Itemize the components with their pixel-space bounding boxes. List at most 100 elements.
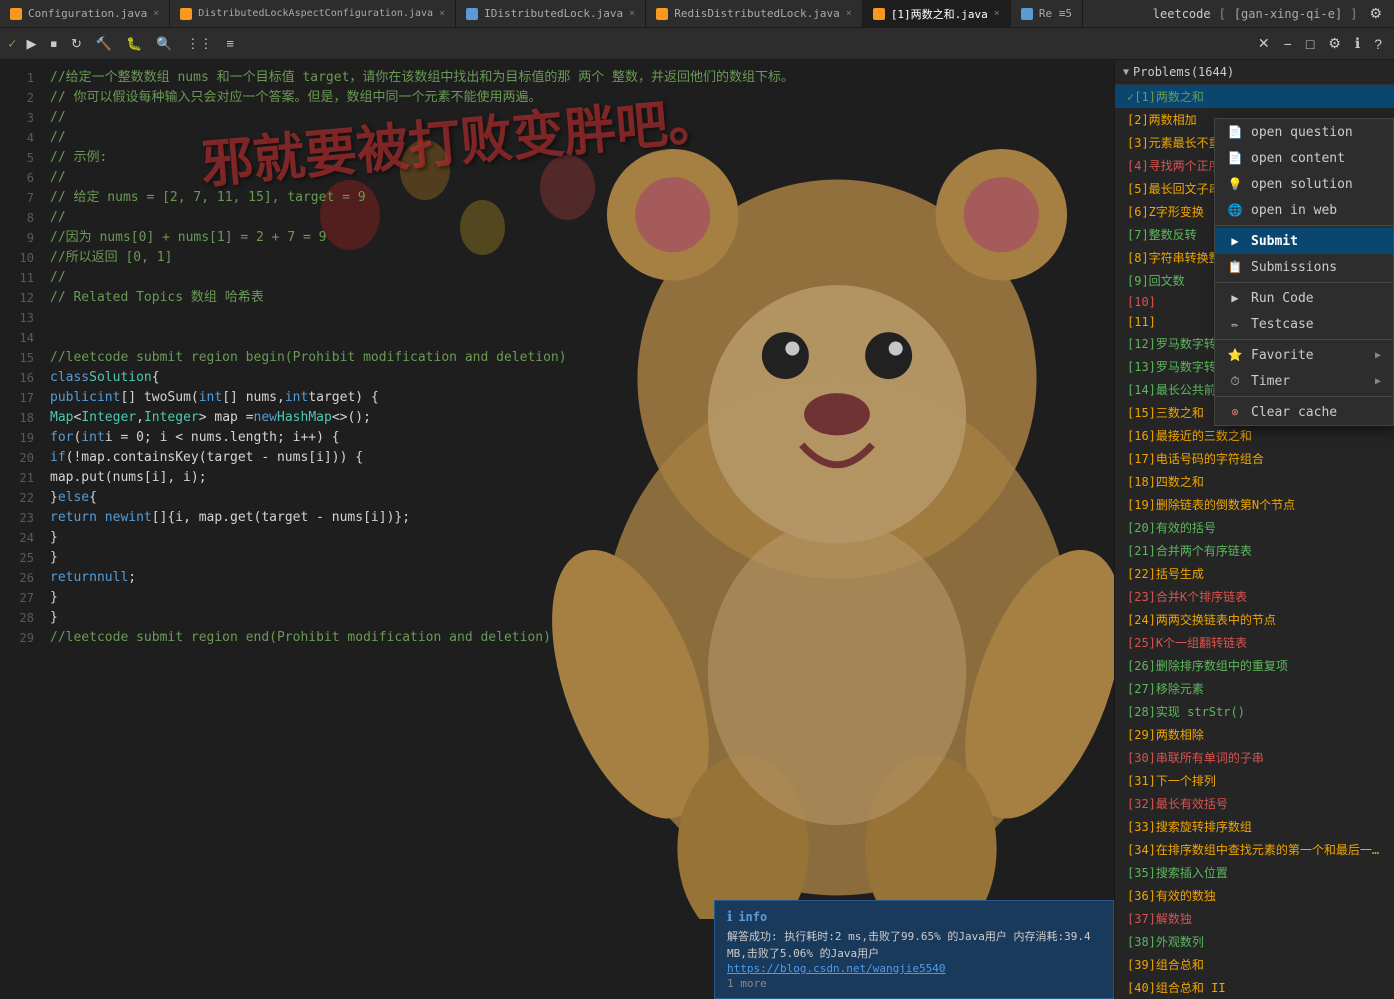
ctx-timer-label: Timer bbox=[1251, 374, 1367, 389]
problem-item-17[interactable]: [17]电话号码的字符组合 bbox=[1115, 447, 1394, 470]
ctx-open-solution-label: open solution bbox=[1251, 177, 1381, 192]
ctx-open-web-label: open in web bbox=[1251, 203, 1381, 218]
problem-item-1[interactable]: ✓[1]两数之和 bbox=[1115, 85, 1394, 108]
timer-arrow-icon: ▶ bbox=[1375, 376, 1381, 387]
problem-item-38[interactable]: [38]外观数列 bbox=[1115, 930, 1394, 953]
code-line-20: 20 if (!map.containsKey(target - nums[i]… bbox=[0, 448, 1114, 468]
problems-header: ▼ Problems(1644) bbox=[1115, 60, 1394, 85]
code-line-15: 15 //leetcode submit region begin(Prohib… bbox=[0, 348, 1114, 368]
code-line-25: 25 } bbox=[0, 548, 1114, 568]
ctx-open-question[interactable]: 📄 open question bbox=[1215, 119, 1393, 145]
ctx-open-content[interactable]: 📄 open content bbox=[1215, 145, 1393, 171]
close-btn[interactable]: ✕ bbox=[1254, 33, 1274, 54]
ctx-run-code[interactable]: ▶ Run Code bbox=[1215, 285, 1393, 311]
tab-close-btn5[interactable]: × bbox=[994, 8, 1000, 19]
app-name: leetcode bbox=[1153, 7, 1211, 21]
problem-item-27[interactable]: [27]移除元素 bbox=[1115, 677, 1394, 700]
help-btn[interactable]: ? bbox=[1370, 34, 1386, 54]
code-line-16: 16 class Solution { bbox=[0, 368, 1114, 388]
problem-item-40[interactable]: [40]组合总和 II bbox=[1115, 976, 1394, 999]
debug-btn[interactable]: 🐛 bbox=[122, 34, 146, 54]
ctx-separator-4 bbox=[1215, 396, 1393, 397]
tab-distributed-lock-aspect[interactable]: DistributedLockAspectConfiguration.java … bbox=[170, 0, 456, 28]
info-bar: ℹ info 解答成功: 执行耗时:2 ms,击败了99.65% 的Java用户… bbox=[714, 900, 1114, 999]
ctx-clear-cache[interactable]: ⊗ Clear cache bbox=[1215, 399, 1393, 425]
more-btn[interactable]: ≡ bbox=[222, 34, 238, 53]
problem-item-23[interactable]: [23]合并K个排序链表 bbox=[1115, 585, 1394, 608]
ctx-run-code-label: Run Code bbox=[1251, 291, 1381, 306]
tab-twosum[interactable]: [1]两数之和.java × bbox=[863, 0, 1011, 28]
problem-item-30[interactable]: [30]串联所有单词的子串 bbox=[1115, 746, 1394, 769]
code-content: 1 //给定一个整数数组 nums 和一个目标值 target，请你在该数组中找… bbox=[0, 60, 1114, 656]
sidebar-panel: ▼ Problems(1644) ✓[1]两数之和 [2]两数相加 [3]元素最… bbox=[1114, 60, 1394, 999]
open-question-icon: 📄 bbox=[1227, 124, 1243, 140]
problem-item-16[interactable]: [16]最接近的三数之和 bbox=[1115, 424, 1394, 447]
problem-item-35[interactable]: [35]搜索插入位置 bbox=[1115, 861, 1394, 884]
username-bracket-close: ] bbox=[1350, 7, 1357, 21]
problem-item-18[interactable]: [18]四数之和 bbox=[1115, 470, 1394, 493]
ctx-separator-3 bbox=[1215, 339, 1393, 340]
problems-title: Problems(1644) bbox=[1133, 65, 1234, 79]
refresh-btn[interactable]: ↻ bbox=[67, 34, 86, 54]
ctx-submissions-label: Submissions bbox=[1251, 260, 1381, 275]
favorite-arrow-icon: ▶ bbox=[1375, 350, 1381, 361]
ctx-open-question-label: open question bbox=[1251, 125, 1381, 140]
ctx-submit[interactable]: ▶ Submit bbox=[1215, 228, 1393, 254]
ctx-open-solution[interactable]: 💡 open solution bbox=[1215, 171, 1393, 197]
problem-item-39[interactable]: [39]组合总和 bbox=[1115, 953, 1394, 976]
problem-item-19[interactable]: [19]删除链表的倒数第N个节点 bbox=[1115, 493, 1394, 516]
ctx-open-web[interactable]: 🌐 open in web bbox=[1215, 197, 1393, 223]
stop-btn[interactable]: ⏹ bbox=[46, 34, 61, 54]
run-btn[interactable]: ▶ bbox=[22, 34, 40, 54]
tab-redis-distributed-lock[interactable]: RedisDistributedLock.java × bbox=[646, 0, 863, 28]
tab-icon-java6 bbox=[1021, 8, 1033, 20]
problem-item-21[interactable]: [21]合并两个有序链表 bbox=[1115, 539, 1394, 562]
ctx-timer[interactable]: ⏱ Timer ▶ bbox=[1215, 368, 1393, 394]
settings2-btn[interactable]: ⚙ bbox=[1324, 33, 1345, 54]
info-link[interactable]: https://blog.csdn.net/wangjie5540 bbox=[727, 962, 1101, 975]
code-line-13: 13 bbox=[0, 308, 1114, 328]
problem-item-32[interactable]: [32]最长有效括号 bbox=[1115, 792, 1394, 815]
tab-close-btn[interactable]: × bbox=[153, 8, 159, 19]
problem-item-25[interactable]: [25]K个一组翻转链表 bbox=[1115, 631, 1394, 654]
editor-scroll-area[interactable]: 1 //给定一个整数数组 nums 和一个目标值 target，请你在该数组中找… bbox=[0, 60, 1114, 999]
clear-cache-icon: ⊗ bbox=[1227, 404, 1243, 420]
problem-item-29[interactable]: [29]两数相除 bbox=[1115, 723, 1394, 746]
tab-idistributedlock[interactable]: IDistributedLock.java × bbox=[456, 0, 646, 28]
build-btn[interactable]: 🔨 bbox=[92, 34, 116, 54]
ctx-testcase[interactable]: ✏ Testcase bbox=[1215, 311, 1393, 337]
tab-configuration[interactable]: Configuration.java × bbox=[0, 0, 170, 28]
problem-item-34[interactable]: [34]在排序数组中查找元素的第一个和最后一个位置 bbox=[1115, 838, 1394, 861]
ctx-submissions[interactable]: 📋 Submissions bbox=[1215, 254, 1393, 280]
problem-item-26[interactable]: [26]删除排序数组中的重复项 bbox=[1115, 654, 1394, 677]
code-line-8: 8 // bbox=[0, 208, 1114, 228]
tab-re[interactable]: Re ≡5 bbox=[1011, 0, 1083, 28]
problem-item-20[interactable]: [20]有效的括号 bbox=[1115, 516, 1394, 539]
settings-btn[interactable]: ⚙ bbox=[1365, 3, 1386, 24]
tab-close-btn4[interactable]: × bbox=[846, 8, 852, 19]
open-solution-icon: 💡 bbox=[1227, 176, 1243, 192]
layout-btn[interactable]: ⋮⋮ bbox=[182, 34, 216, 54]
problem-item-28[interactable]: [28]实现 strStr() bbox=[1115, 700, 1394, 723]
code-line-14: 14 bbox=[0, 328, 1114, 348]
code-line-23: 23 return new int[]{i, map.get(target - … bbox=[0, 508, 1114, 528]
problem-item-37[interactable]: [37]解数独 bbox=[1115, 907, 1394, 930]
info-btn[interactable]: ℹ bbox=[1351, 33, 1364, 54]
maximize-btn[interactable]: □ bbox=[1302, 34, 1318, 54]
tab-close-btn3[interactable]: × bbox=[629, 8, 635, 19]
expand-icon[interactable]: ▼ bbox=[1123, 67, 1129, 78]
tab-close-btn2[interactable]: × bbox=[439, 8, 445, 19]
problem-item-36[interactable]: [36]有效的数独 bbox=[1115, 884, 1394, 907]
problem-item-24[interactable]: [24]两两交换链表中的节点 bbox=[1115, 608, 1394, 631]
code-line-5: 5 // 示例: bbox=[0, 148, 1114, 168]
problem-item-33[interactable]: [33]搜索旋转排序数组 bbox=[1115, 815, 1394, 838]
problem-item-31[interactable]: [31]下一个排列 bbox=[1115, 769, 1394, 792]
ctx-favorite[interactable]: ⭐ Favorite ▶ bbox=[1215, 342, 1393, 368]
ctx-submit-label: Submit bbox=[1251, 234, 1381, 249]
minimize-btn[interactable]: − bbox=[1280, 34, 1296, 54]
problem-item-22[interactable]: [22]括号生成 bbox=[1115, 562, 1394, 585]
username: [gan-xing-qi-e] bbox=[1234, 7, 1342, 21]
open-web-icon: 🌐 bbox=[1227, 202, 1243, 218]
search-btn[interactable]: 🔍 bbox=[152, 34, 176, 54]
info-more-btn[interactable]: 1 more bbox=[727, 977, 1101, 990]
